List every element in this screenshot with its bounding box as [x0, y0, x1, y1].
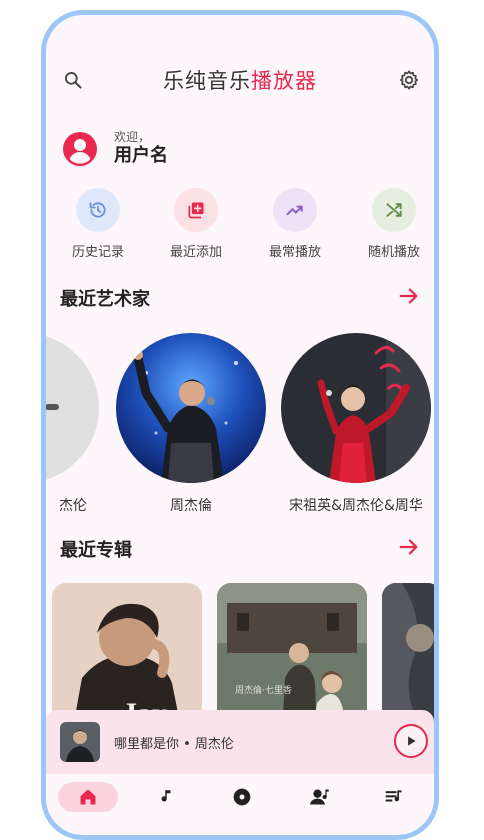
- recent-albums-title: 最近专辑: [60, 540, 132, 561]
- now-playing-text: 哪里都是你 • 周杰伦: [114, 737, 234, 752]
- history-label: 历史记录: [71, 245, 124, 260]
- artist-name: 宋祖英&周杰伦&周华: [289, 498, 423, 514]
- disc-icon: [233, 788, 251, 806]
- recently-added-button[interactable]: 最近添加: [146, 188, 246, 260]
- play-button[interactable]: [394, 724, 428, 758]
- avatar-icon: [63, 132, 97, 166]
- trending-icon: [273, 188, 317, 232]
- most-played-button[interactable]: 最常播放: [245, 188, 345, 260]
- user-text: 欢迎， 用户名: [114, 130, 168, 168]
- user-info[interactable]: 欢迎， 用户名: [62, 125, 168, 173]
- arrow-right-icon[interactable]: [398, 285, 420, 307]
- artist-card[interactable]: 杰伦: [46, 333, 99, 515]
- nav-artists[interactable]: [290, 782, 350, 812]
- shuffle-label: 随机播放: [367, 245, 420, 260]
- quick-actions: 历史记录 最近添加 最常播放 随机播放: [46, 188, 434, 268]
- bottom-navigation: [46, 774, 434, 824]
- playlist-icon: [385, 790, 402, 802]
- artist-name: 周杰倫: [170, 498, 212, 514]
- artist-photo: [46, 333, 99, 483]
- welcome-text: 欢迎，: [114, 130, 151, 144]
- app-header: 乐纯音乐播放器: [46, 63, 434, 97]
- shuffle-button[interactable]: 随机播放: [344, 188, 434, 260]
- artist-card[interactable]: 宋祖英&周杰伦&周华: [281, 333, 431, 515]
- app-title: 乐纯音乐播放器: [46, 65, 434, 95]
- home-icon: [80, 789, 96, 805]
- settings-button[interactable]: [394, 65, 424, 95]
- app-title-accent: 播放器: [251, 69, 317, 93]
- recent-albums-header: 最近专辑: [60, 536, 420, 566]
- svg-text:周杰倫·七里香: 周杰倫·七里香: [235, 684, 292, 696]
- recently-added-label: 最近添加: [169, 245, 222, 260]
- most-played-label: 最常播放: [268, 245, 321, 260]
- phone-frame: 乐纯音乐播放器 欢迎， 用户名 历史记录 最近添加 最常播放 随机播放 最近艺术…: [41, 10, 439, 840]
- artist-name: 杰伦: [59, 498, 87, 514]
- nav-songs[interactable]: [136, 782, 196, 812]
- play-icon: [408, 736, 416, 746]
- arrow-right-icon[interactable]: [398, 536, 420, 558]
- add-library-icon: [174, 188, 218, 232]
- app-screen: 乐纯音乐播放器 欢迎， 用户名 历史记录 最近添加 最常播放 随机播放 最近艺术…: [46, 15, 434, 835]
- username: 用户名: [114, 145, 168, 166]
- artist-card[interactable]: 周杰倫: [116, 333, 266, 515]
- history-icon: [76, 188, 120, 232]
- music-note-icon: [161, 790, 171, 802]
- gear-icon: [399, 70, 419, 90]
- shuffle-icon: [372, 188, 416, 232]
- nav-albums[interactable]: [212, 782, 272, 812]
- app-title-main: 乐纯音乐: [163, 69, 251, 93]
- recent-artists-title: 最近艺术家: [60, 289, 150, 310]
- nav-playlists[interactable]: [364, 782, 424, 812]
- artist-icon: [310, 789, 329, 805]
- nav-home[interactable]: [58, 782, 118, 812]
- history-button[interactable]: 历史记录: [48, 188, 148, 260]
- artist-photo: [116, 333, 266, 483]
- recent-artists-header: 最近艺术家: [60, 285, 420, 315]
- artist-photo: [281, 333, 431, 483]
- now-playing-thumbnail: [60, 722, 100, 762]
- mini-player[interactable]: 哪里都是你 • 周杰伦: [46, 710, 434, 774]
